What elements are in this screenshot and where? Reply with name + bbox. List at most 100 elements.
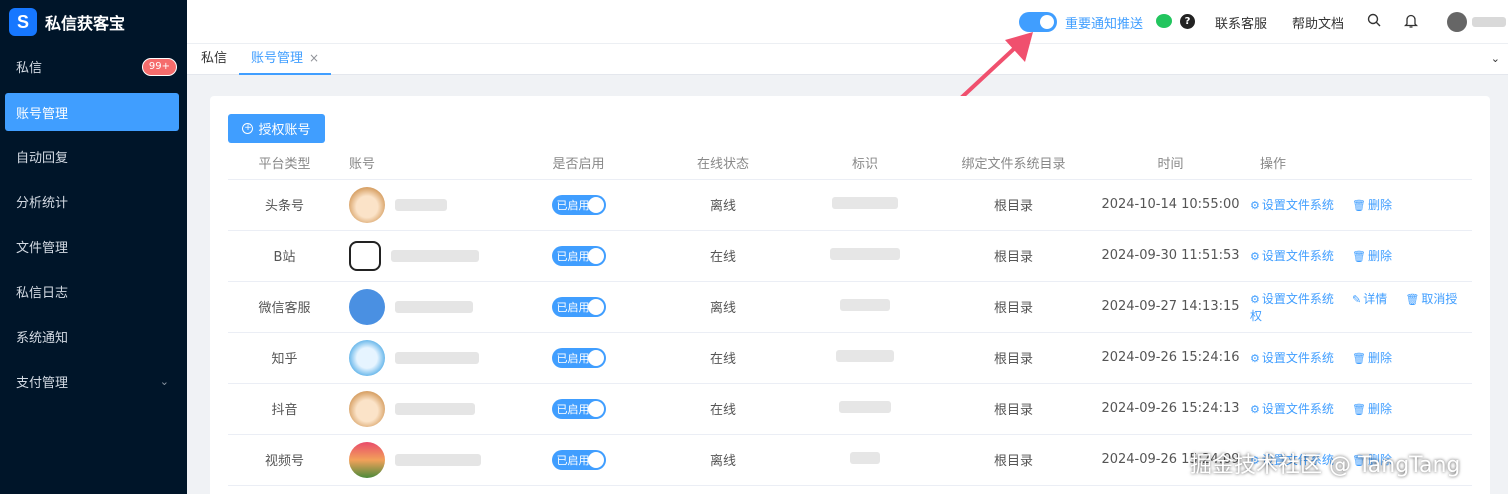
search-icon[interactable] [1367,13,1381,31]
trash-icon: 🗑 [1352,250,1366,263]
time-cell: 2024-09-26 15:24:13 [1101,383,1240,435]
table-row: 头条号 已启用 离线 根目录 2024-10-14 10:55:00 ⚙ 设置文件… [228,179,1472,231]
enabled-cell: 已启用 [515,179,642,231]
tab-accounts[interactable]: 账号管理 × [239,44,332,75]
identifier-redacted [840,298,890,311]
action-label: 删除 [1368,351,1393,365]
platform-cell: 头条号 [228,179,341,231]
set-filesystem-link[interactable]: ⚙ 设置文件系统 [1250,402,1334,416]
set-filesystem-link[interactable]: ⚙ 设置文件系统 [1250,249,1334,263]
delete-link[interactable]: 🗑 删除 [1352,402,1392,416]
bell-icon[interactable] [1403,13,1419,32]
account-name-redacted [395,453,481,466]
brand[interactable]: S 私信获客宝 [0,0,187,44]
gear-icon: ⚙ [1250,199,1260,212]
status-cell: 在线 [642,332,804,384]
sidebar-item-accounts[interactable]: 账号管理 [5,93,179,131]
action-label: 设置文件系统 [1261,198,1334,212]
table-row: 抖音 已启用 在线 根目录 2024-09-26 15:24:13 ⚙ 设置文件系… [228,383,1472,435]
directory-cell: 根目录 [926,434,1101,486]
status-cell: 离线 [642,281,804,333]
sidebar-item-files[interactable]: 文件管理 [0,224,187,269]
sidebar-item-payment[interactable]: 支付管理 ⌄ [0,359,187,404]
identifier-redacted [832,196,898,209]
gear-icon: ⚙ [1250,403,1260,416]
close-icon[interactable]: × [309,51,319,65]
action-label: 删除 [1368,198,1393,212]
annotation-arrow-icon [959,32,1033,100]
account-cell [341,230,515,282]
tab-label: 私信 [201,51,228,66]
gear-icon: ⚙ [1250,352,1260,365]
user-avatar[interactable] [1447,12,1467,32]
sidebar-item-label: 自动回复 [16,151,69,166]
col-platform: 平台类型 [228,146,341,180]
identifier-redacted [839,400,891,413]
account-cell [341,383,515,435]
sidebar-item-notifications[interactable]: 系统通知 [0,314,187,359]
sidebar-item-analytics[interactable]: 分析统计 [0,179,187,224]
account-cell [341,332,515,384]
trash-icon: 🗑 [1352,199,1366,212]
sidebar-item-label: 私信日志 [16,286,69,301]
wechat-icon[interactable] [1156,14,1172,28]
delete-link[interactable]: 🗑 删除 [1352,198,1392,212]
delete-link[interactable]: 🗑 删除 [1352,351,1392,365]
sidebar-item-label: 文件管理 [16,241,69,256]
account-name-redacted [395,402,475,415]
actions-cell: ⚙ 设置文件系统 🗑 删除 [1240,230,1472,282]
set-filesystem-link[interactable]: ⚙ 设置文件系统 [1250,351,1334,365]
sidebar-item-label: 系统通知 [16,331,69,346]
account-name-redacted [395,300,473,313]
delete-link[interactable]: 🗑 删除 [1352,249,1392,263]
table-header-row: 平台类型 账号 是否启用 在线状态 标识 绑定文件系统目录 时间 操作 [228,146,1472,180]
action-label: 设置文件系统 [1261,351,1334,365]
identifier-cell [804,383,926,435]
user-name-redacted[interactable] [1472,17,1506,27]
sidebar-item-label: 分析统计 [16,196,69,211]
action-label: 删除 [1368,249,1393,263]
sidebar: S 私信获客宝 私信 99+ 账号管理 自动回复 分析统计 文件管理 私信日志 … [0,0,187,494]
set-filesystem-link[interactable]: ⚙ 设置文件系统 [1250,198,1334,212]
edit-icon: ✎ [1352,292,1362,306]
button-label: 授权账号 [258,123,311,138]
enabled-toggle[interactable]: 已启用 [551,398,606,419]
sidebar-item-auto-reply[interactable]: 自动回复 [0,134,187,179]
identifier-cell [804,179,926,231]
authorize-account-button[interactable]: + 授权账号 [228,114,325,143]
notify-label[interactable]: 重要通知推送 [1065,13,1143,32]
enabled-toggle[interactable]: 已启用 [551,296,606,317]
status-cell: 离线 [642,179,804,231]
status-cell: 在线 [642,383,804,435]
sidebar-item-message-log[interactable]: 私信日志 [0,269,187,314]
time-cell: 2024-10-14 10:55:00 [1101,179,1240,231]
sidebar-item-label: 私信 [16,61,43,76]
platform-cell: 知乎 [228,332,341,384]
help-docs-link[interactable]: 帮助文档 [1292,13,1344,32]
col-directory: 绑定文件系统目录 [926,146,1101,180]
notify-toggle[interactable] [1019,12,1057,32]
trash-icon: 🗑 [1352,352,1366,365]
page-tabs: 私信 账号管理 × ⌄ [187,44,1508,75]
time-cell: 2024-09-27 14:13:15 [1101,281,1240,333]
contact-support-link[interactable]: 联系客服 [1215,13,1267,32]
set-filesystem-link[interactable]: ⚙ 设置文件系统 [1250,292,1334,306]
enabled-toggle[interactable]: 已启用 [551,194,606,215]
account-avatar [349,390,385,427]
tab-messages[interactable]: 私信 [189,44,239,75]
directory-cell: 根目录 [926,332,1101,384]
directory-cell: 根目录 [926,230,1101,282]
details-link[interactable]: ✎ 详情 [1352,292,1387,306]
help-icon[interactable]: ? [1180,14,1195,29]
enabled-toggle[interactable]: 已启用 [551,347,606,368]
action-label: 设置文件系统 [1261,249,1334,263]
enabled-toggle[interactable]: 已启用 [551,245,606,266]
action-label: 设置文件系统 [1261,291,1334,306]
trash-icon: 🗑 [1405,292,1420,306]
brand-logo-icon: S [9,8,37,36]
enabled-toggle[interactable]: 已启用 [551,449,606,470]
chevron-down-icon[interactable]: ⌄ [1491,52,1500,65]
enabled-cell: 已启用 [515,332,642,384]
account-avatar [349,288,385,325]
sidebar-item-messages[interactable]: 私信 99+ [0,44,187,89]
